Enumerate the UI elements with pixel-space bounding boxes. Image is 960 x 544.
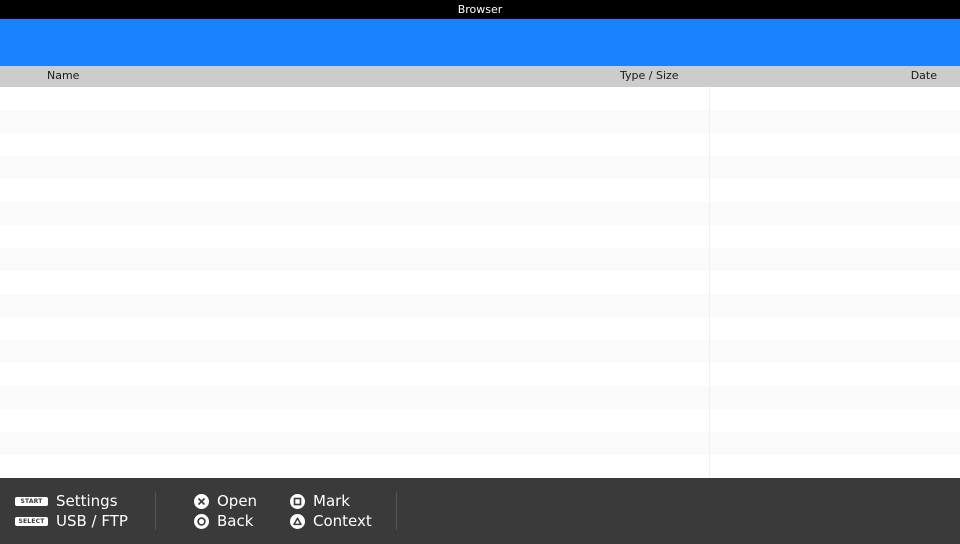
usb-ftp-label: USB / FTP	[56, 512, 128, 530]
cross-button-icon	[194, 493, 209, 509]
list-row[interactable]	[0, 340, 960, 363]
column-divider	[709, 87, 710, 478]
list-row[interactable]	[0, 317, 960, 340]
list-row[interactable]	[0, 87, 960, 110]
settings-label: Settings	[56, 492, 118, 510]
context-label: Context	[313, 512, 372, 530]
back-hint[interactable]: Back	[194, 511, 253, 531]
footer-separator	[396, 492, 397, 530]
column-header: Name Type / Size Date	[0, 66, 960, 87]
mark-label: Mark	[313, 492, 350, 510]
footer-separator	[155, 492, 156, 530]
list-row[interactable]	[0, 432, 960, 455]
list-row[interactable]	[0, 248, 960, 271]
window-title: Browser	[457, 3, 503, 16]
path-bar[interactable]	[0, 19, 960, 66]
list-row[interactable]	[0, 110, 960, 133]
start-button-icon: START	[15, 496, 48, 506]
list-row[interactable]	[0, 294, 960, 317]
button-hints-bar: START Settings SELECT USB / FTP Open Bac…	[0, 478, 960, 544]
mark-hint[interactable]: Mark	[290, 491, 350, 511]
file-list[interactable]	[0, 87, 960, 478]
usb-ftp-hint[interactable]: SELECT USB / FTP	[15, 511, 128, 531]
list-row[interactable]	[0, 455, 960, 478]
context-hint[interactable]: Context	[290, 511, 372, 531]
list-row[interactable]	[0, 156, 960, 179]
select-button-icon: SELECT	[15, 516, 48, 526]
list-row[interactable]	[0, 202, 960, 225]
list-row[interactable]	[0, 225, 960, 248]
settings-hint[interactable]: START Settings	[15, 491, 118, 511]
triangle-button-icon	[290, 513, 305, 529]
list-row[interactable]	[0, 271, 960, 294]
open-label: Open	[217, 492, 258, 510]
column-type-size-header[interactable]: Type / Size	[620, 69, 679, 82]
list-row[interactable]	[0, 409, 960, 432]
list-row[interactable]	[0, 363, 960, 386]
circle-button-icon	[194, 513, 209, 529]
back-label: Back	[217, 512, 254, 530]
column-date-header[interactable]: Date	[911, 69, 937, 82]
column-name-header[interactable]: Name	[47, 69, 79, 82]
title-bar: Browser	[0, 0, 960, 19]
list-row[interactable]	[0, 133, 960, 156]
open-hint[interactable]: Open	[194, 491, 257, 511]
square-button-icon	[290, 493, 305, 509]
list-row[interactable]	[0, 386, 960, 409]
list-row[interactable]	[0, 179, 960, 202]
